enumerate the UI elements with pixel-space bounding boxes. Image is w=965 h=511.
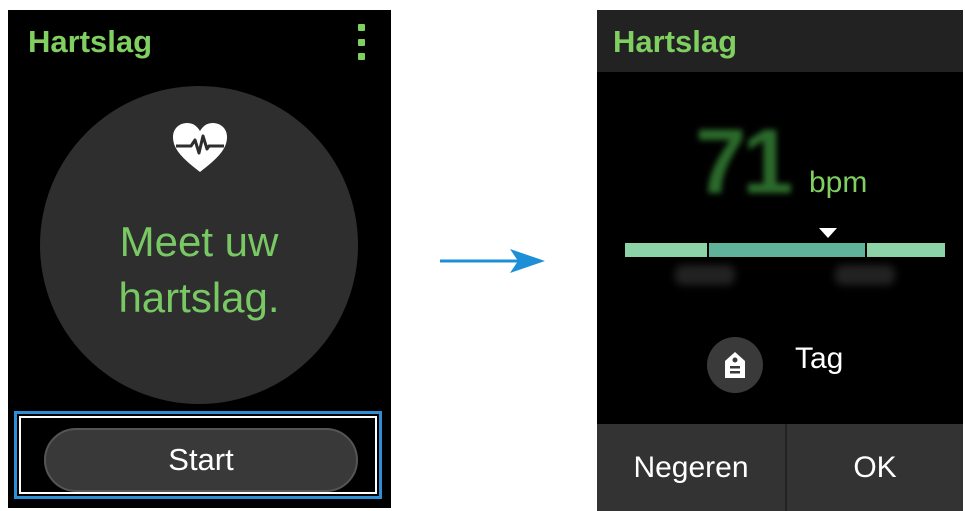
measure-prompt: Meet uw hartslag.	[118, 218, 280, 321]
tag-icon	[725, 352, 745, 378]
screen-title: Hartslag	[28, 24, 153, 59]
arrow-right-icon	[440, 249, 545, 273]
ok-button[interactable]: OK	[787, 424, 963, 511]
screen-title: Hartslag	[613, 24, 738, 59]
more-vertical-icon[interactable]	[357, 24, 365, 60]
heart-pulse-icon	[173, 123, 227, 172]
watch-screen-left: Hartslag Meet uw hartslag. Start	[8, 10, 391, 508]
footer-bar: Negeren OK	[597, 424, 963, 511]
ignore-button[interactable]: Negeren	[597, 424, 785, 511]
bpm-unit: bpm	[809, 166, 868, 199]
header-bar: Hartslag	[597, 10, 963, 72]
range-shadow	[675, 265, 735, 285]
start-button[interactable]: Start	[44, 428, 358, 492]
tag-label[interactable]: Tag	[795, 342, 843, 376]
bpm-value: 71	[695, 111, 793, 213]
measure-circle: Meet uw hartslag.	[40, 86, 358, 404]
watch-screen-right: Hartslag 71 bpm Tag Negeren OK	[597, 10, 963, 511]
tag-button[interactable]	[707, 337, 763, 393]
start-highlight: Start	[14, 411, 382, 499]
heart-rate-range-bar	[625, 243, 945, 257]
range-shadow	[835, 265, 895, 285]
heart-rate-marker	[819, 228, 837, 238]
